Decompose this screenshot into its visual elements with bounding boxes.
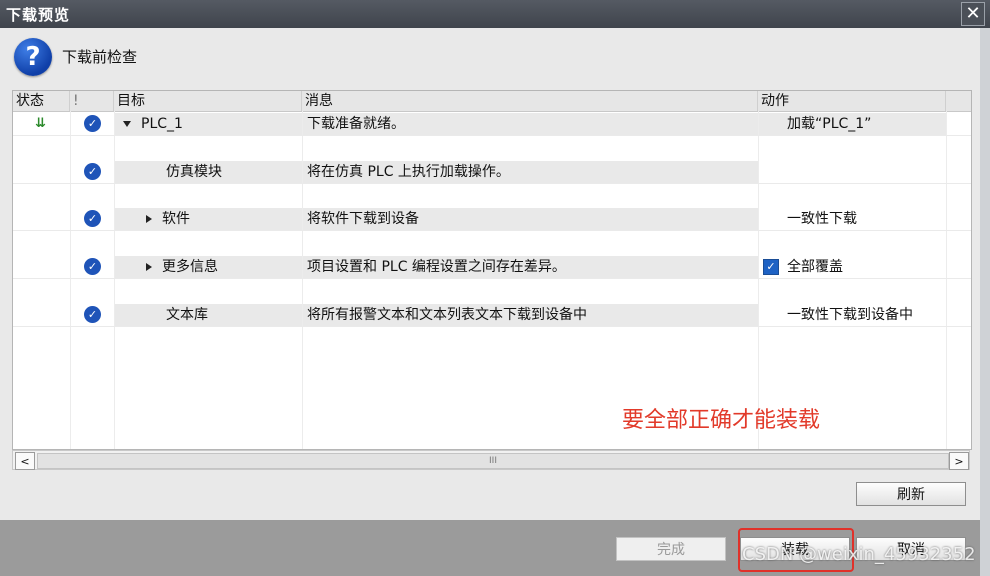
question-icon: ?	[14, 38, 52, 76]
column-message[interactable]: 消息	[302, 91, 758, 111]
row-target: 更多信息	[115, 256, 302, 278]
annotation-note: 要全部正确才能装载	[622, 408, 821, 433]
overwrite-all-checkbox[interactable]: ✓ 全部覆盖	[759, 256, 946, 278]
finish-button[interactable]: 完成	[616, 537, 726, 561]
row-target: 仿真模块	[115, 161, 302, 183]
row-message: 将软件下载到设备	[303, 208, 758, 230]
row-message: 将在仿真 PLC 上执行加载操作。	[303, 161, 758, 183]
column-target[interactable]: 目标	[114, 91, 302, 111]
check-icon: ✓	[84, 163, 101, 180]
column-alert[interactable]: !	[70, 91, 114, 111]
row-message: 将所有报警文本和文本列表文本下载到设备中	[303, 304, 758, 326]
close-icon[interactable]: ✕	[961, 2, 985, 26]
dialog-header	[0, 28, 980, 88]
watermark: CSDN @weixin_45932352	[742, 544, 976, 565]
check-icon: ✓	[84, 258, 101, 275]
expand-arrow-icon[interactable]	[146, 263, 152, 271]
row-message: 项目设置和 PLC 编程设置之间存在差异。	[303, 256, 758, 278]
row-action-select[interactable]: 一致性下载	[759, 208, 946, 230]
column-action[interactable]: 动作	[758, 91, 946, 111]
check-icon: ✓	[84, 306, 101, 323]
title-bar: 下载预览 ✕	[0, 0, 990, 28]
column-status[interactable]: 状态	[13, 91, 70, 111]
horizontal-scrollbar[interactable]: < III >	[12, 450, 970, 470]
scroll-left-icon[interactable]: <	[15, 452, 35, 470]
expand-arrow-icon[interactable]	[146, 215, 152, 223]
table-row[interactable]: ✓ 更多信息 项目设置和 PLC 编程设置之间存在差异。 ✓ 全部覆盖	[13, 256, 971, 279]
table-header: 状态 ! 目标 消息 动作	[13, 91, 971, 112]
check-icon: ✓	[84, 210, 101, 227]
table-row[interactable]: ⇊ ✓ PLC_1 下载准备就绪。 加载“PLC_1”	[13, 113, 971, 136]
scroll-thumb[interactable]: III	[37, 453, 949, 469]
check-table: 状态 ! 目标 消息 动作 ⇊ ✓ PLC_1 下载准备就绪。 加载“PLC_1…	[12, 90, 972, 450]
window-edge	[980, 28, 990, 576]
dialog-title: 下载预览	[6, 6, 71, 24]
row-target: PLC_1	[115, 113, 302, 135]
collapse-arrow-icon[interactable]	[123, 121, 131, 127]
table-row[interactable]: ✓ 文本库 将所有报警文本和文本列表文本下载到设备中 一致性下载到设备中	[13, 304, 971, 327]
checkbox-checked-icon[interactable]: ✓	[763, 259, 779, 275]
scroll-right-icon[interactable]: >	[949, 452, 969, 470]
table-row[interactable]: ✓ 软件 将软件下载到设备 一致性下载	[13, 208, 971, 231]
row-target: 文本库	[115, 304, 302, 326]
dialog-subtitle: 下载前检查	[62, 48, 138, 66]
check-icon: ✓	[84, 115, 101, 132]
refresh-button[interactable]: 刷新	[856, 482, 966, 506]
table-row[interactable]: ✓ 仿真模块 将在仿真 PLC 上执行加载操作。	[13, 161, 971, 184]
row-action[interactable]: 加载“PLC_1”	[759, 113, 946, 135]
row-message: 下载准备就绪。	[303, 113, 758, 135]
row-target: 软件	[115, 208, 302, 230]
download-status-icon: ⇊	[35, 116, 46, 131]
row-action-select[interactable]: 一致性下载到设备中	[759, 304, 946, 326]
